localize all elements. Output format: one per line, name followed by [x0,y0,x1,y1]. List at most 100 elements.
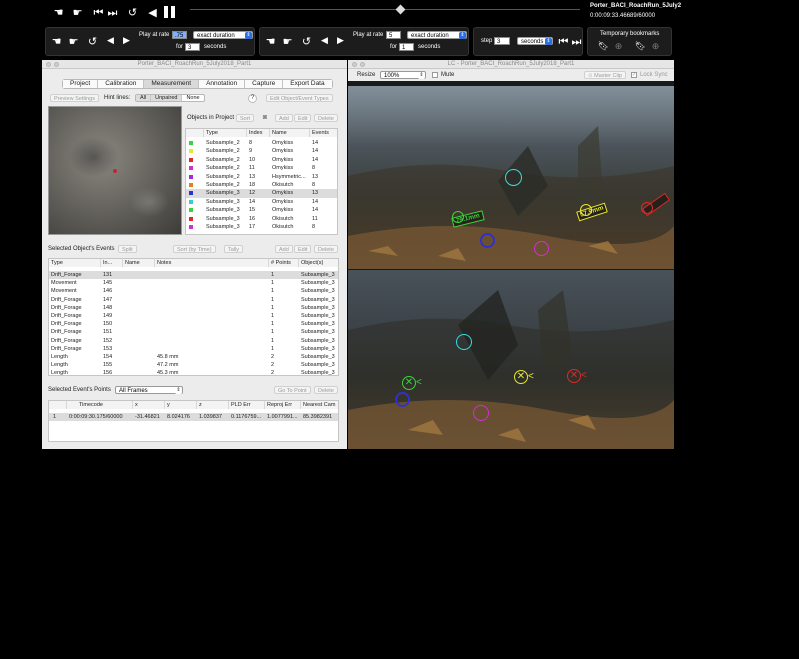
column-name[interactable]: Name [270,129,310,137]
skip-forward-icon[interactable]: ⏭ [106,7,119,18]
column-x[interactable]: x [133,401,165,409]
column-type[interactable]: Type [49,259,101,267]
table-row[interactable]: 1 0:00:09:30.175/60000 -31.46821 8.02417… [49,413,338,422]
delete-object-button[interactable]: Delete [314,114,338,122]
step-forward-icon[interactable]: ⏭ [570,36,583,47]
tally-button[interactable]: Tally [224,245,244,253]
sort-by-time-button[interactable]: Sort (by Time) [173,245,216,253]
timeline-scrubber[interactable] [395,4,406,15]
table-row[interactable]: Movement 146 1 Subsample_3 [49,287,338,295]
replay-icon[interactable]: ↺ [126,7,139,18]
tab-calibration[interactable]: Calibration [98,80,145,88]
video-frame-bottom[interactable]: ✕ < ✕ < ✕ < [348,270,674,449]
pause-icon[interactable] [162,5,178,19]
column-objects[interactable]: Object(s) [299,259,338,267]
hint-none-option[interactable]: None [182,95,203,101]
tab-project[interactable]: Project [63,80,99,88]
delete-event-button[interactable]: Delete [314,245,338,253]
table-row[interactable]: Subsample_2 18 Okisutch 8 [186,181,337,189]
column-notes[interactable]: Notes [155,259,269,267]
table-row[interactable]: Subsample_2 11 Omykiss 8 [186,164,337,172]
frames-filter-select[interactable]: All Frames ⇕ [115,386,183,394]
column-name[interactable]: Name [123,259,155,267]
minimize-icon[interactable] [360,62,365,67]
measurement-preview[interactable] [48,106,182,235]
bookmark-icon[interactable]: 🔖︎ [634,42,647,53]
sort-objects-button[interactable]: Sort [236,114,255,122]
hint-all-option[interactable]: All [136,95,152,101]
preview-settings-button[interactable]: Preview Settings [50,94,99,102]
column-nearest-cam[interactable]: Nearest Cam [301,401,338,409]
step-forward-hand-icon[interactable]: ☛ [71,7,84,18]
table-row[interactable]: Subsample_2 10 Omykiss 14 [186,156,337,164]
hint-unpaired-option[interactable]: Unpaired [151,95,183,101]
duration-mode-select[interactable]: exact duration ⇕ [407,31,467,39]
column-reproj-err[interactable]: Reproj Err [265,401,301,409]
step-unit-select[interactable]: seconds ⇕ [517,37,553,45]
column-z[interactable]: z [197,401,229,409]
for-seconds-input[interactable]: 1 [399,43,414,51]
table-row[interactable]: Drift_Forage 148 1 Subsample_3 [49,304,338,312]
table-row[interactable]: Drift_Forage 152 1 Subsample_3 [49,337,338,345]
video-frame-top[interactable]: 79.1mm 57.9mm [348,86,674,269]
replay-icon[interactable]: ↺ [300,36,313,47]
edit-event-button[interactable]: Edit [294,245,312,253]
column-timecode[interactable]: Timecode [67,401,133,409]
play-reverse-icon[interactable]: ◀ [104,36,117,47]
close-icon[interactable] [352,62,357,67]
lock-sync-checkbox[interactable]: ✓ [631,72,637,78]
play-forward-icon[interactable]: ▶ [120,36,133,47]
column-index[interactable]: In... [101,259,123,267]
table-row[interactable]: Subsample_3 15 Omykiss 14 [186,206,337,214]
table-row[interactable]: Subsample_2 8 Omykiss 14 [186,139,337,147]
duration-mode-select[interactable]: exact duration ⇕ [193,31,253,39]
table-row[interactable]: Subsample_2 9 Omykiss 14 [186,147,337,155]
tab-capture[interactable]: Capture [245,80,284,88]
step-forward-hand-icon[interactable]: ☛ [67,36,80,47]
table-row[interactable]: Drift_Forage 149 1 Subsample_3 [49,312,338,320]
split-button[interactable]: Split [118,245,137,253]
replay-icon[interactable]: ↺ [86,36,99,47]
rate-input[interactable]: .75 [172,31,187,39]
add-object-button[interactable]: Add [275,114,293,122]
delete-point-button[interactable]: Delete [314,386,338,394]
table-row[interactable]: Length 154 45.8 mm 2 Subsample_3 [49,353,338,361]
tab-measurement[interactable]: Measurement [144,80,200,88]
step-input[interactable]: 3 [494,37,510,45]
tab-export-data[interactable]: Export Data [283,80,332,88]
table-row[interactable]: Movement 145 1 Subsample_3 [49,279,338,287]
step-back-icon[interactable]: ⏮ [557,36,570,47]
step-forward-hand-icon[interactable]: ☛ [281,36,294,47]
camera-icon[interactable]: ◙ [260,114,270,122]
edit-object-event-types-button[interactable]: Edit Object/Event Types [266,94,333,102]
table-row[interactable]: Drift_Forage 153 1 Subsample_3 [49,345,338,353]
go-to-bookmark-icon[interactable]: ⊕ [612,42,625,53]
bookmark-icon[interactable]: 🔖︎ [597,42,610,53]
play-reverse-icon[interactable]: ◀ [318,36,331,47]
table-row[interactable]: Subsample_3 12 Omykiss 13 [186,189,337,198]
step-back-hand-icon[interactable]: ☚ [50,36,63,47]
rate-input[interactable]: 5 [386,31,401,39]
column-type[interactable]: Type [204,129,247,137]
play-forward-icon[interactable]: ▶ [334,36,347,47]
add-event-button[interactable]: Add [275,245,293,253]
minimize-icon[interactable] [54,62,59,67]
table-row[interactable]: Subsample_3 14 Omykiss 14 [186,198,337,206]
step-back-hand-icon[interactable]: ☚ [52,7,65,18]
table-row[interactable]: Drift_Forage 151 1 Subsample_3 [49,328,338,336]
column-points[interactable]: # Points [269,259,299,267]
tab-annotation[interactable]: Annotation [199,80,246,88]
mute-checkbox[interactable] [432,72,438,78]
column-y[interactable]: y [165,401,197,409]
edit-object-button[interactable]: Edit [294,114,312,122]
close-icon[interactable] [46,62,51,67]
table-row[interactable]: Subsample_2 13 Hsymmetric... 13 [186,173,337,181]
table-row[interactable]: Subsample_3 17 Okisutch 8 [186,223,337,231]
table-row[interactable]: Drift_Forage 147 1 Subsample_3 [49,296,338,304]
column-events[interactable]: Events [310,129,337,137]
table-row[interactable]: Drift_Forage 131 1 Subsample_3 [49,271,338,280]
go-to-bookmark-icon[interactable]: ⊕ [649,42,662,53]
table-row[interactable]: Length 156 45.3 mm 2 Subsample_3 [49,369,338,375]
zoom-select[interactable]: 100% ⇕ [380,71,426,79]
help-icon[interactable]: ? [248,94,257,103]
